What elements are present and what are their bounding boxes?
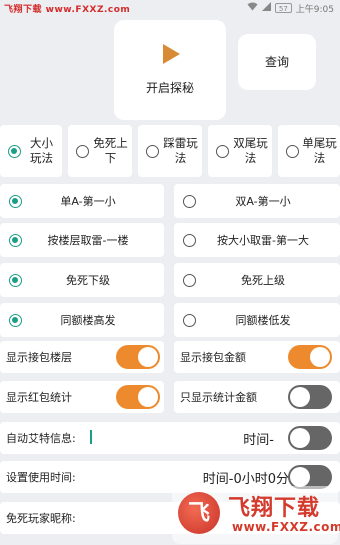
option-label: 双A-第一小 [235,194,291,208]
show-stats-switch[interactable] [116,385,160,409]
auto-at-label: 自动艾特信息: [6,432,76,445]
usage-time-label: 设置使用时间: [6,471,76,484]
option-label: 免死下级 [66,273,110,287]
watermark-text: 飞翔下载 www.FXXZ.com [4,5,131,15]
radio-unselected-icon [183,313,196,327]
status-bar: 飞翔下载 www.FXXZ.com 57 上午9:05 [0,0,340,16]
mode-label: 单尾玩 法 [299,136,340,166]
mode-label-line2: 玩法 [30,151,53,165]
watermark-url: www.FXXZ.com [232,520,340,534]
mode-label-line2: 下 [104,151,117,165]
mode-option-double-tail[interactable]: 双尾玩 法 [208,125,272,177]
radio-unselected-icon [146,144,159,158]
auto-at-row: 自动艾特信息: 时间- [0,422,340,454]
option-label: 按楼层取雷-一楼 [47,233,129,247]
signal-icon [261,2,271,14]
mode-option-mine[interactable]: 踩雷玩 法 [138,125,202,177]
option-label: 按大小取雷-第一大 [217,233,309,247]
radio-selected-icon [9,313,22,327]
start-explore-label: 开启探秘 [145,81,194,95]
option-same-amount-high[interactable]: 同额楼高发 [0,303,164,337]
radio-unselected-icon [183,233,196,247]
toggle-row-show-amount: 显示接包金额 [174,341,340,373]
status-icons: 57 上午9:05 [247,2,334,15]
radio-unselected-icon [76,144,89,158]
option-label: 同额楼低发 [235,313,291,327]
option-avoid-lower[interactable]: 免死下级 [0,263,164,297]
radio-unselected-icon [216,144,229,158]
toggle-label: 显示接包楼层 [6,351,72,364]
mode-option-avoid-death[interactable]: 免死上 下 [68,125,132,177]
stats-amount-only-switch[interactable] [288,385,332,409]
radio-selected-icon [9,194,22,208]
radio-selected-icon [9,233,22,247]
watermark-overlay: 飞 飞翔下载 www.FXXZ.com [172,486,340,544]
radio-unselected-icon [183,194,196,208]
mode-label-line2: 法 [244,151,257,165]
option-by-size[interactable]: 按大小取雷-第一大 [174,223,340,257]
mode-label-line1: 单尾玩 [302,136,337,150]
mode-label-line1: 免死上 [93,136,128,150]
watermark-title: 飞翔下载 [228,496,321,521]
show-amount-switch[interactable] [288,345,332,369]
mode-label: 大小 玩法 [21,136,62,166]
toggle-label: 显示接包金额 [180,351,246,364]
mode-label-line2: 法 [313,151,326,165]
watermark-logo: 飞 [178,492,220,534]
auto-at-time-text: 时间- [243,432,274,448]
clock: 上午9:05 [295,4,334,15]
option-label: 同额楼高发 [60,313,116,327]
start-explore-button[interactable]: 开启探秘 [114,20,226,120]
auto-at-switch[interactable] [288,426,332,450]
option-label: 单A-第一小 [60,194,116,208]
toggle-row-stats-amount-only: 只显示统计金额 [174,381,340,413]
mode-label: 免死上 下 [89,136,132,166]
radio-unselected-icon [183,273,196,287]
mode-label: 踩雷玩 法 [159,136,202,166]
toggle-label: 显示红包统计 [6,391,72,404]
option-label: 免死上级 [241,273,285,287]
option-single-a[interactable]: 单A-第一小 [0,184,164,218]
radio-selected-icon [8,144,21,158]
option-double-a[interactable]: 双A-第一小 [174,184,340,218]
mode-label-line1: 大小 [30,136,53,150]
radio-selected-icon [9,273,22,287]
text-cursor [90,430,92,444]
show-floor-switch[interactable] [116,345,160,369]
wifi-icon [247,2,258,14]
play-icon [163,44,180,64]
battery-icon: 57 [274,3,292,13]
auto-at-input[interactable] [94,426,224,450]
option-by-floor[interactable]: 按楼层取雷-一楼 [0,223,164,257]
mode-label-line1: 双尾玩 [233,136,268,150]
mode-option-single-tail[interactable]: 单尾玩 法 [278,125,340,177]
option-same-amount-low[interactable]: 同额楼低发 [174,303,340,337]
option-avoid-upper[interactable]: 免死上级 [174,263,340,297]
toggle-label: 只显示统计金额 [180,391,257,404]
query-label: 查询 [264,55,289,69]
toggle-row-show-floor: 显示接包楼层 [0,341,164,373]
nickname-label: 免死玩家昵称: [6,512,76,525]
query-button[interactable]: 查询 [238,34,316,90]
mode-label: 双尾玩 法 [229,136,272,166]
mode-option-size[interactable]: 大小 玩法 [0,125,62,177]
toggle-row-show-stats: 显示红包统计 [0,381,164,413]
mode-label-line1: 踩雷玩 [163,136,198,150]
mode-label-line2: 法 [174,151,187,165]
radio-unselected-icon [286,144,299,158]
